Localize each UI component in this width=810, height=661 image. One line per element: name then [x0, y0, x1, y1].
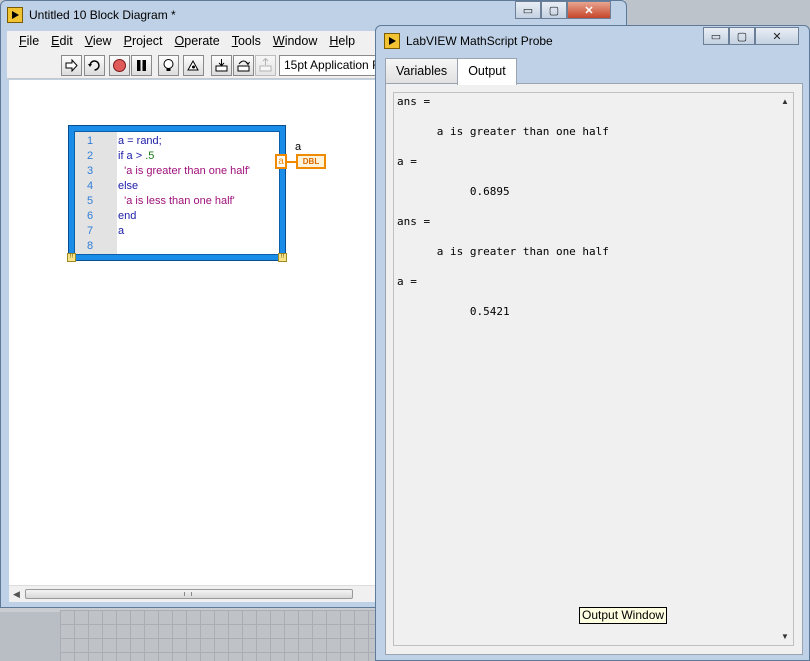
code-line[interactable]: 1 a = rand; — [75, 134, 281, 149]
labview-probe-icon — [384, 33, 400, 49]
line-number: 2 — [87, 150, 94, 162]
step-out-button[interactable] — [255, 55, 276, 76]
line-number: 8 — [87, 240, 94, 252]
code-line[interactable]: 4 else — [75, 179, 281, 194]
run-button[interactable] — [61, 55, 82, 76]
code-text: a — [118, 225, 125, 237]
menu-operate[interactable]: Operate — [169, 34, 226, 48]
step-out-icon — [259, 58, 272, 72]
labview-app-icon — [7, 7, 23, 23]
mathscript-node[interactable]: 1 a = rand; 2 if a > .5 3 'a is greater than… — [67, 125, 287, 262]
output-window[interactable]: ▲ ▼ Output Window ans = a is greater tha… — [393, 92, 794, 646]
probe-tabs: Variables Output — [385, 58, 517, 85]
indicator-type: DBL — [302, 157, 320, 166]
probe-caption-buttons: ▭ ▢ ✕ — [703, 27, 799, 45]
output-line: ans = — [397, 215, 431, 228]
step-into-button[interactable] — [211, 55, 232, 76]
line-number: 7 — [87, 225, 94, 237]
output-line: 0.5421 — [397, 305, 510, 318]
minimize-button[interactable]: ▭ — [515, 1, 541, 19]
tab-output[interactable]: Output — [457, 58, 517, 85]
probe-maximize-button[interactable]: ▢ — [729, 27, 755, 45]
tab-variables[interactable]: Variables — [385, 58, 459, 84]
highlight-execution-icon — [163, 59, 174, 71]
scroll-up-icon[interactable]: ▲ — [781, 97, 789, 106]
code-text: 'a is greater than one half' — [118, 165, 251, 177]
menu-project[interactable]: Project — [118, 34, 169, 48]
highlight-execution-button[interactable] — [158, 55, 179, 76]
pause-icon — [137, 60, 146, 71]
run-arrow-icon — [65, 58, 78, 73]
vertical-scrollbar[interactable]: ▲ ▼ — [777, 93, 793, 645]
code-text: end — [118, 210, 137, 222]
close-icon: ✕ — [772, 30, 782, 43]
code-line[interactable]: 3 'a is greater than one half' — [75, 164, 281, 179]
font-select-dropdown[interactable]: 15pt Application F — [279, 55, 389, 76]
code-line[interactable]: 8 — [75, 239, 281, 254]
scroll-down-icon[interactable]: ▼ — [781, 632, 789, 641]
node-corner-tag-bottom-left: !! — [67, 253, 76, 262]
code-text: a = rand; — [118, 135, 162, 147]
abort-icon — [113, 59, 126, 72]
code-line[interactable]: 7a — [75, 224, 281, 239]
step-over-icon — [237, 60, 250, 72]
output-window-tooltip: Output Window — [579, 607, 668, 624]
step-over-button[interactable] — [233, 55, 254, 76]
mathscript-code-area[interactable]: 1 a = rand; 2 if a > .5 3 'a is greater than… — [74, 131, 280, 255]
menu-view[interactable]: View — [79, 34, 118, 48]
code-line[interactable]: 2 if a > .5 — [75, 149, 281, 164]
output-line: ans = — [397, 95, 431, 108]
block-diagram-title: Untitled 10 Block Diagram * — [29, 8, 176, 22]
node-corner-tag-bottom-right: !! — [278, 253, 287, 262]
scroll-left-icon[interactable]: ◀ — [13, 589, 20, 600]
code-line[interactable]: 6 end — [75, 209, 281, 224]
line-number: 6 — [87, 210, 94, 222]
output-line: a = — [397, 155, 417, 168]
mathscript-probe-window: LabVIEW MathScript Probe ▭ ▢ ✕ Variables… — [375, 25, 810, 661]
menu-tools[interactable]: Tools — [226, 34, 267, 48]
output-line: 0.6895 — [397, 185, 510, 198]
probe-title: LabVIEW MathScript Probe — [406, 34, 553, 48]
menu-file[interactable]: File — [13, 34, 45, 48]
line-number: 3 — [87, 165, 94, 177]
run-continuously-icon — [88, 60, 100, 71]
code-text: else — [118, 180, 139, 192]
menu-edit[interactable]: Edit — [45, 34, 79, 48]
menu-window[interactable]: Window — [267, 34, 323, 48]
horizontal-scroll-thumb[interactable] — [25, 589, 353, 599]
minimize-icon: ▭ — [710, 30, 722, 43]
output-tab-panel: ▲ ▼ Output Window ans = a is greater tha… — [385, 83, 803, 655]
maximize-icon: ▢ — [548, 4, 560, 17]
line-number: 5 — [87, 195, 94, 207]
output-line: a is greater than one half — [397, 125, 609, 138]
maximize-button[interactable]: ▢ — [541, 1, 567, 19]
indicator-label[interactable]: a — [295, 141, 301, 153]
output-line: a is greater than one half — [397, 245, 609, 258]
block-diagram-titlebar[interactable]: Untitled 10 Block Diagram * — [7, 5, 176, 25]
probe-minimize-button[interactable]: ▭ — [703, 27, 729, 45]
close-icon: ✕ — [584, 4, 594, 17]
close-button[interactable]: ✕ — [567, 1, 611, 19]
retain-wire-values-button[interactable] — [183, 55, 204, 76]
minimize-icon: ▭ — [522, 4, 534, 17]
block-diagram-caption-buttons: ▭ ▢ ✕ — [515, 1, 611, 19]
code-text: if a > .5 — [118, 150, 155, 162]
code-line[interactable]: 5 'a is less than one half' — [75, 194, 281, 209]
probe-titlebar[interactable]: LabVIEW MathScript Probe — [384, 33, 553, 49]
probe-close-button[interactable]: ✕ — [755, 27, 799, 45]
abort-button[interactable] — [109, 55, 130, 76]
output-line: a = — [397, 275, 417, 288]
line-number: 4 — [87, 180, 94, 192]
code-text: 'a is less than one half' — [118, 195, 235, 207]
pause-button[interactable] — [131, 55, 152, 76]
output-terminal-a[interactable]: a — [275, 154, 287, 169]
menu-help[interactable]: Help — [323, 34, 361, 48]
run-continuously-button[interactable] — [84, 55, 105, 76]
line-number: 1 — [87, 135, 94, 147]
retain-wire-values-icon — [187, 59, 199, 71]
dbl-indicator-terminal[interactable]: DBL — [296, 154, 326, 169]
maximize-icon: ▢ — [736, 30, 748, 43]
step-into-icon — [215, 59, 228, 72]
desktop-grid-window — [60, 610, 380, 661]
